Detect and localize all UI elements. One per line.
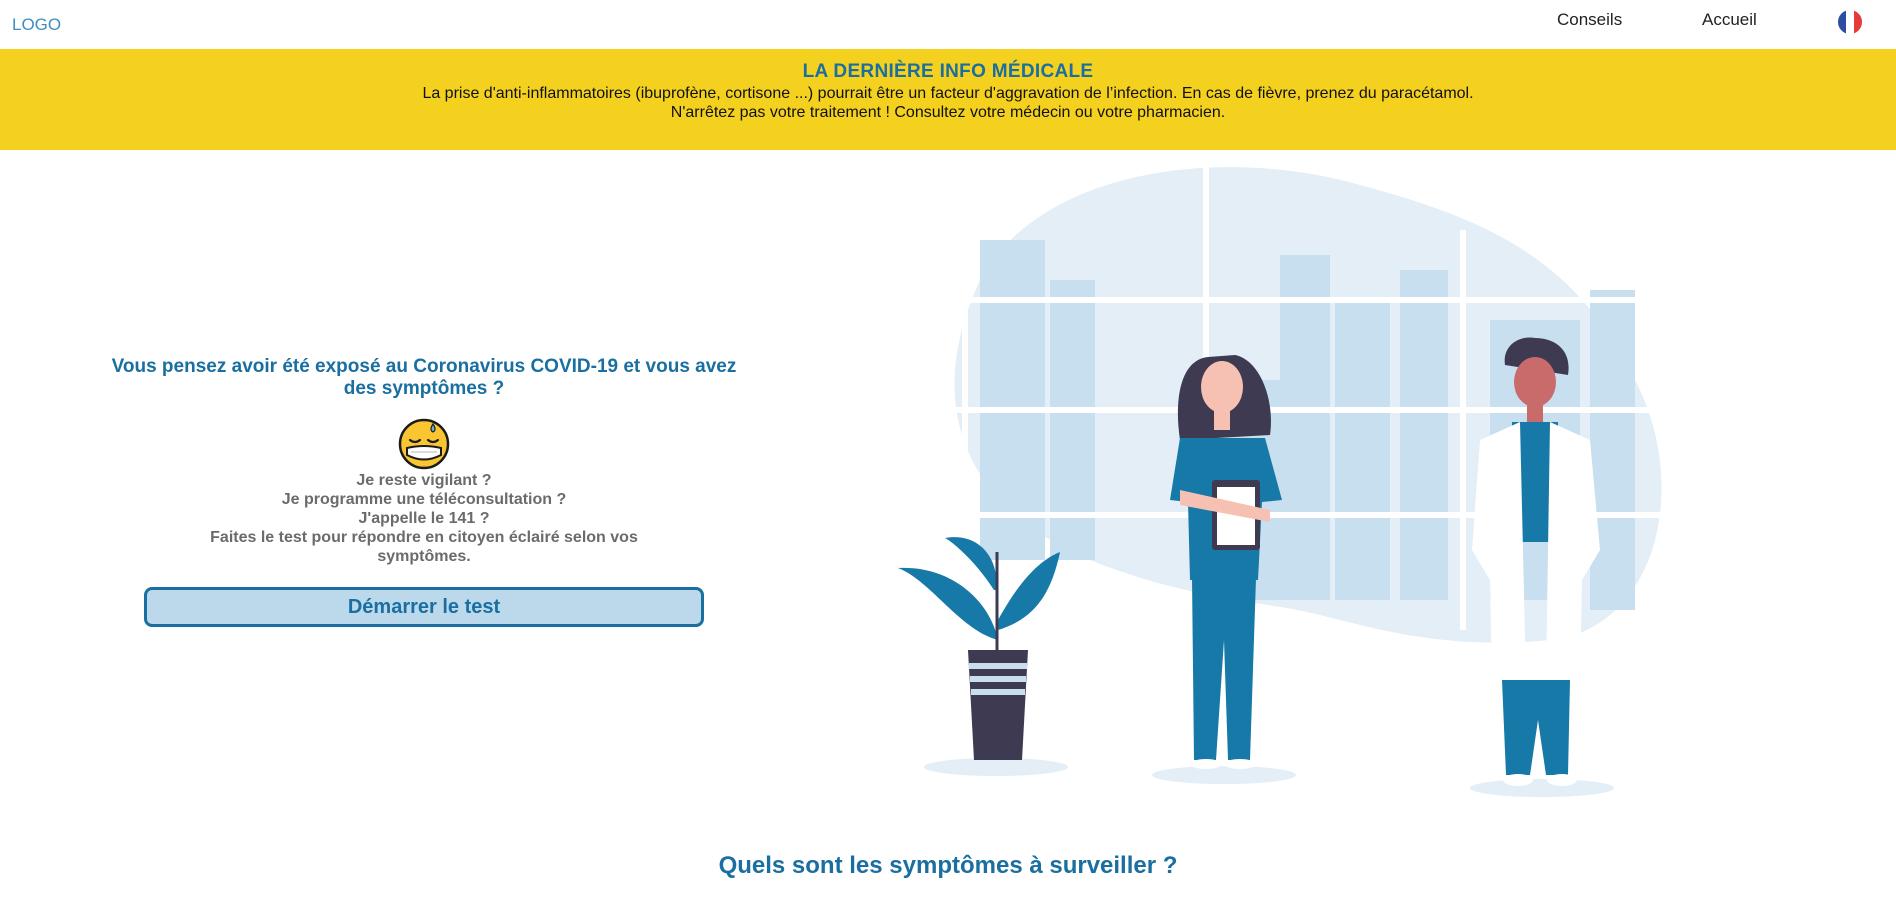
flag-blue-stripe (1838, 10, 1846, 34)
flag-red-stripe (1854, 10, 1862, 34)
doctor-shoe (1547, 774, 1577, 786)
pot-stripe (971, 689, 1025, 695)
banner-title: LA DERNIÈRE INFO MÉDICALE (802, 61, 1094, 82)
doctor-shadow (1470, 779, 1614, 797)
hero-question-line: Faites le test pour répondre en citoyen … (210, 529, 638, 565)
plant-shadow (924, 758, 1068, 776)
nav-accueil-link[interactable]: Accueil (1702, 10, 1757, 30)
emoji-sweat-drop (430, 422, 436, 433)
hero-question-line: J'appelle le 141 ? (358, 510, 490, 527)
hero-question-line: Je reste vigilant ? (356, 472, 492, 489)
plant-leaf (898, 567, 998, 640)
nurse-scrubs-pants (1192, 578, 1256, 760)
doctor-neck (1527, 404, 1543, 422)
building (1335, 300, 1390, 600)
emoji-mask (406, 445, 442, 461)
masked-face-sweat-icon (398, 418, 450, 470)
banner-text-line: N'arrêtez pas votre traitement ! Consult… (670, 104, 1226, 121)
pot-stripe (970, 676, 1026, 682)
french-flag-icon[interactable] (1838, 10, 1862, 34)
hero-questions: Je reste vigilant ? Je programme une tél… (190, 471, 658, 566)
top-navbar: LOGO Conseils Accueil (0, 0, 1896, 49)
nurse-shoe (1224, 759, 1256, 769)
building (1280, 255, 1330, 600)
hero-title: Vous pensez avoir été exposé au Coronavi… (111, 356, 737, 399)
nav-conseils-link[interactable]: Conseils (1557, 10, 1622, 30)
hero-question-line: Je programme une téléconsultation ? (281, 491, 567, 508)
symptoms-section-title: Quels sont les symptômes à surveiller ? (718, 852, 1178, 879)
plant-icon (898, 537, 1068, 776)
doctors-illustration (898, 160, 1711, 797)
flag-white-stripe (1846, 10, 1854, 34)
logo-link[interactable]: LOGO (12, 15, 61, 35)
building (1400, 270, 1448, 600)
doctor-coat (1546, 422, 1600, 685)
start-test-button[interactable]: Démarrer le test (144, 587, 704, 627)
pot-stripe (969, 663, 1027, 669)
banner-text-line: La prise d'anti-inflammatoires (ibuprofè… (422, 85, 1474, 102)
emoji-face (398, 418, 450, 470)
nurse-shoe (1190, 759, 1222, 769)
doctor-shoe (1503, 774, 1533, 786)
doctor-face (1514, 357, 1556, 407)
doctor-coat (1472, 422, 1526, 685)
medical-info-banner: LA DERNIÈRE INFO MÉDICALE La prise d'ant… (0, 49, 1896, 150)
nurse-face (1201, 361, 1243, 413)
doctor-pants (1502, 680, 1570, 775)
plant-leaf (998, 552, 1060, 630)
nurse-shadow (1152, 766, 1296, 784)
nurse-neck (1214, 410, 1230, 430)
building (1590, 290, 1635, 610)
